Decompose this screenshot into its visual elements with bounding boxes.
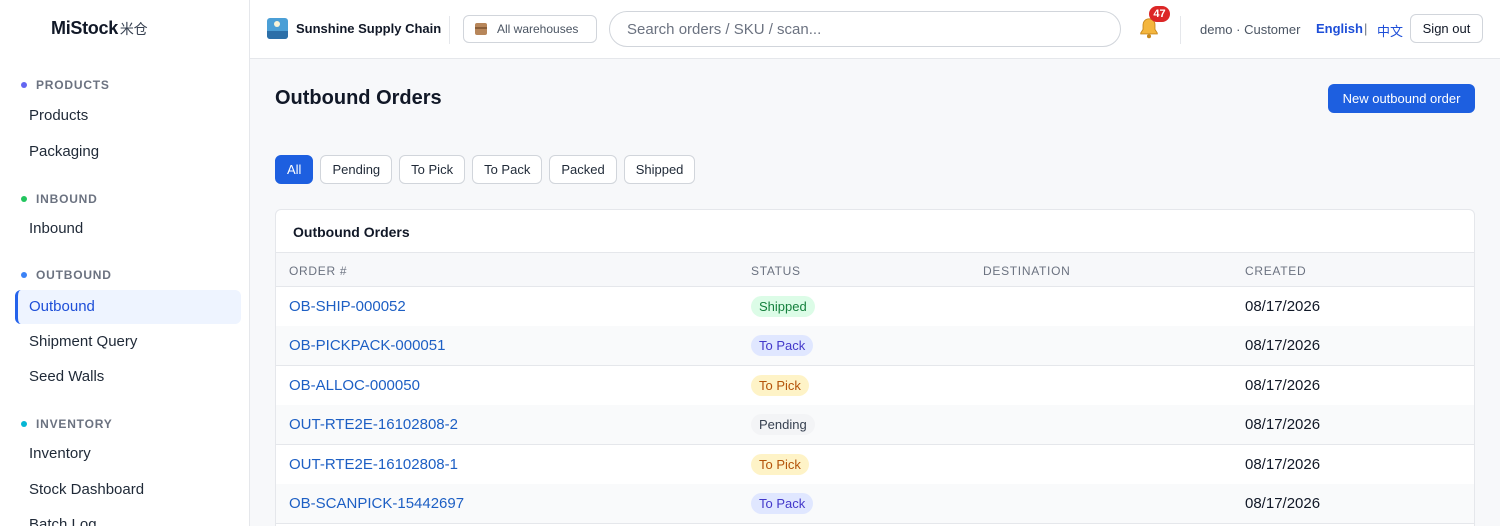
created-date: 08/17/2026 [1245, 456, 1321, 473]
section-dot [21, 196, 27, 202]
sidebar-item-shipment-query[interactable]: Shipment Query [15, 325, 241, 359]
section-dot [21, 82, 27, 88]
status-badge: To Pick [751, 375, 809, 396]
filter-packed[interactable]: Packed [549, 155, 617, 184]
order-link[interactable]: OUT-RTE2E-16102808-1 [289, 456, 458, 473]
table-row[interactable]: OB-PICKPACK-000051 To Pack 08/17/2026 [276, 326, 1474, 366]
filter-to-pick[interactable]: To Pick [399, 155, 466, 184]
sidebar-item-packaging[interactable]: Packaging [15, 135, 241, 169]
created-date: 08/17/2026 [1245, 337, 1321, 354]
table-header: ORDER # STATUS DESTINATION CREATED [276, 252, 1474, 287]
filter-pending[interactable]: Pending [320, 155, 393, 184]
order-link[interactable]: OB-SHIP-000052 [289, 298, 406, 315]
divider [449, 16, 450, 44]
table-row[interactable]: OB-SCANPICK-15442697 To Pack 08/17/2026 [276, 484, 1474, 524]
status-badge: Shipped [751, 296, 815, 317]
section-label: INBOUND [36, 192, 98, 206]
org-name[interactable]: Sunshine Supply Chain [296, 21, 441, 36]
section-inbound: INBOUND [21, 192, 98, 206]
section-dot [21, 272, 27, 278]
table-row[interactable]: OB-SHIP-000052 Shipped 08/17/2026 [276, 287, 1474, 327]
column-header-status[interactable]: STATUS [751, 264, 801, 278]
orders-table-card: Outbound Orders ORDER # STATUS DESTINATI… [275, 209, 1475, 526]
column-header-created[interactable]: CREATED [1245, 264, 1306, 278]
created-date: 08/17/2026 [1245, 298, 1321, 315]
section-label: PRODUCTS [36, 78, 110, 92]
section-inventory: INVENTORY [21, 417, 113, 431]
sidebar-item-batch-log[interactable]: Batch Log [15, 508, 241, 526]
sidebar-item-inventory[interactable]: Inventory [15, 437, 241, 471]
order-link[interactable]: OB-SCANPICK-15442697 [289, 495, 464, 512]
top-bar: Sunshine Supply Chain All warehouses 47 … [250, 0, 1500, 59]
lang-chinese-link[interactable]: 中文 [1377, 21, 1403, 40]
sidebar-item-stock-dashboard[interactable]: Stock Dashboard [15, 473, 241, 507]
status-badge: To Pack [751, 335, 814, 356]
table-title: Outbound Orders [293, 224, 410, 240]
section-dot [21, 421, 27, 427]
warehouse-selector[interactable]: All warehouses [463, 15, 597, 43]
table-row[interactable]: OUT-RTE2E-16102808-2 Pending 08/17/2026 [276, 405, 1474, 445]
package-icon [475, 23, 487, 35]
filter-to-pack[interactable]: To Pack [472, 155, 543, 184]
status-badge: To Pick [751, 454, 809, 475]
section-outbound: OUTBOUND [21, 268, 112, 282]
created-date: 08/17/2026 [1245, 377, 1321, 394]
lang-english-link[interactable]: English [1316, 21, 1363, 36]
search-input[interactable] [609, 11, 1121, 47]
brand-name-cn: 米仓 [119, 21, 148, 37]
new-outbound-order-button[interactable]: New outbound order [1328, 84, 1475, 113]
status-badge: Pending [751, 414, 815, 435]
status-filter-bar: All Pending To Pick To Pack Packed Shipp… [275, 155, 696, 184]
org-logo-icon [267, 18, 288, 39]
notification-badge: 47 [1149, 6, 1170, 22]
column-header-order[interactable]: ORDER # [289, 264, 347, 278]
column-header-destination[interactable]: DESTINATION [983, 264, 1070, 278]
filter-all[interactable]: All [275, 155, 314, 184]
section-label: OUTBOUND [36, 268, 112, 282]
created-date: 08/17/2026 [1245, 495, 1321, 512]
sidebar-item-products[interactable]: Products [15, 99, 241, 133]
page-title: Outbound Orders [275, 87, 442, 109]
sidebar-item-seed-walls[interactable]: Seed Walls [15, 360, 241, 394]
divider [1180, 16, 1181, 44]
user-info: demo · Customer [1200, 22, 1301, 37]
sidebar: MiStock 米仓 PRODUCTS Products Packaging IN… [0, 0, 250, 526]
warehouse-label: All warehouses [497, 22, 579, 36]
lang-separator: | [1364, 21, 1368, 36]
sign-out-button[interactable]: Sign out [1410, 14, 1483, 43]
order-link[interactable]: OB-PICKPACK-000051 [289, 337, 445, 354]
section-label: INVENTORY [36, 417, 113, 431]
section-products: PRODUCTS [21, 78, 110, 92]
table-row[interactable]: OB-ALLOC-000050 To Pick 08/17/2026 [276, 366, 1474, 406]
table-row[interactable]: OUT-RTE2E-16102808-1 To Pick 08/17/2026 [276, 445, 1474, 485]
order-link[interactable]: OUT-RTE2E-16102808-2 [289, 416, 458, 433]
created-date: 08/17/2026 [1245, 416, 1321, 433]
brand-logo[interactable]: MiStock 米仓 [51, 18, 148, 39]
order-link[interactable]: OB-ALLOC-000050 [289, 377, 420, 394]
sidebar-item-inbound[interactable]: Inbound [15, 212, 241, 246]
brand-name: MiStock [51, 18, 118, 38]
sidebar-item-outbound[interactable]: Outbound [15, 290, 241, 324]
filter-shipped[interactable]: Shipped [623, 155, 696, 184]
status-badge: To Pack [751, 493, 814, 514]
